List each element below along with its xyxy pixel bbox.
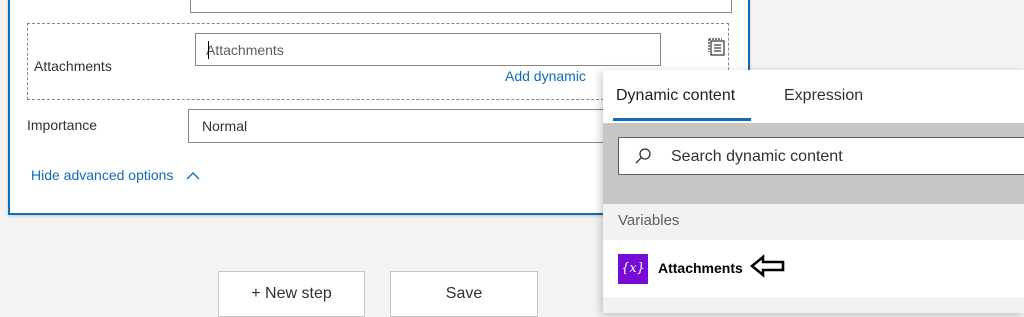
tab-dynamic-content[interactable]: Dynamic content: [616, 87, 735, 105]
left-arrow-icon: [750, 254, 785, 278]
dynamic-content-flyout: Dynamic content Expression Variables {x}…: [603, 70, 1024, 313]
section-title: Variables: [618, 212, 680, 229]
importance-label: Importance: [27, 117, 98, 133]
search-area: [603, 123, 1024, 204]
hide-advanced-label: Hide advanced options: [31, 167, 174, 183]
attachments-input[interactable]: [196, 34, 660, 65]
search-box[interactable]: [618, 137, 1024, 176]
flyout-tabs: Dynamic content Expression: [603, 70, 1024, 122]
attachments-input-wrapper[interactable]: [195, 33, 661, 66]
tab-expression[interactable]: Expression: [784, 87, 863, 105]
importance-value: Normal: [202, 118, 248, 134]
chevron-up-icon: [186, 167, 200, 183]
variable-name: Attachments: [658, 260, 743, 276]
save-button[interactable]: Save: [390, 271, 538, 317]
variable-item-attachments[interactable]: {x} Attachments: [603, 240, 1024, 297]
flyout-bottom: [603, 297, 1024, 313]
hide-advanced-options-link[interactable]: Hide advanced options: [31, 167, 200, 183]
variables-section-header: Variables: [603, 204, 1024, 240]
search-icon: [635, 148, 651, 164]
importance-select[interactable]: Normal: [188, 109, 618, 143]
variable-icon: {x}: [618, 254, 648, 284]
new-step-button[interactable]: + New step: [218, 271, 365, 317]
array-mode-icon[interactable]: [707, 37, 727, 57]
attachments-label: Attachments: [34, 58, 112, 74]
selected-tab-indicator: [613, 118, 751, 121]
search-dynamic-content-input[interactable]: [669, 138, 1013, 176]
add-dynamic-content-link[interactable]: Add dynamic: [505, 68, 586, 84]
body-field-partial[interactable]: [190, 0, 732, 13]
text-caret: [208, 41, 209, 59]
